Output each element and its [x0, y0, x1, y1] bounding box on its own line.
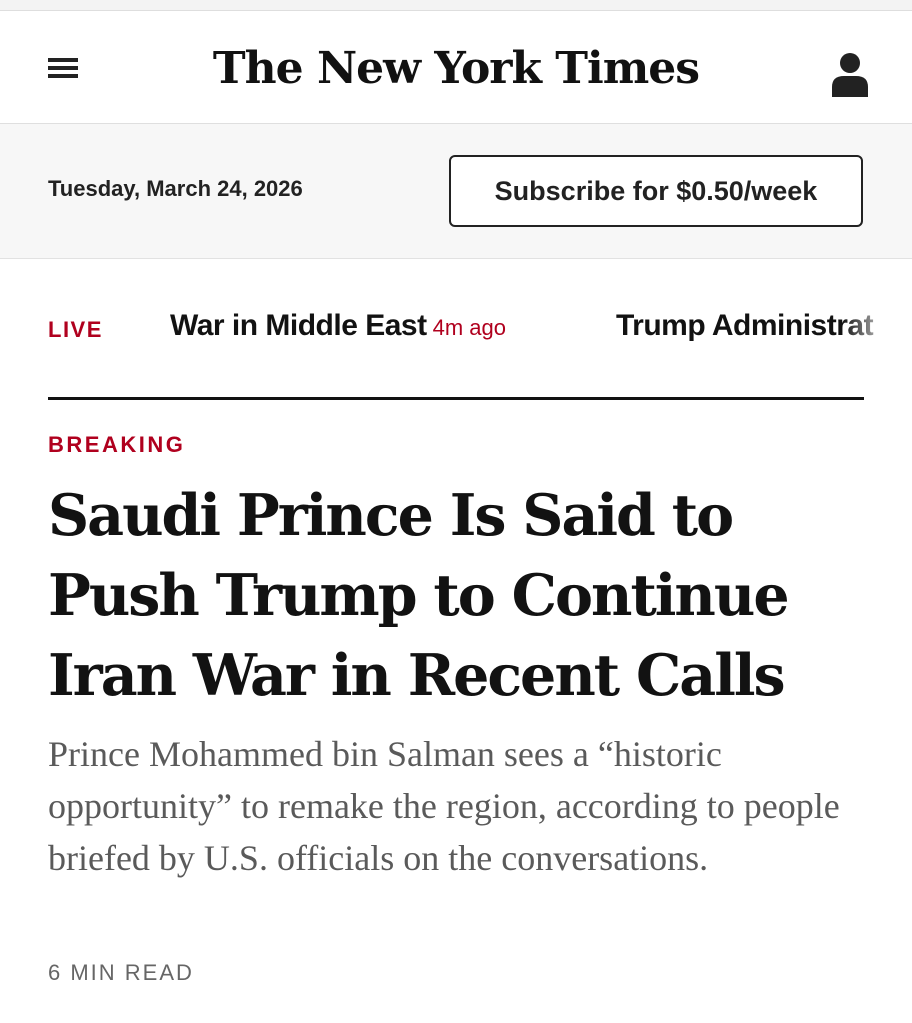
read-time: 6 MIN READ — [48, 960, 194, 985]
ticker-item-title: War in Middle East — [170, 309, 427, 342]
top-strip — [0, 0, 912, 11]
article-headline[interactable]: Saudi Prince Is Said to Push Trump to Co… — [48, 476, 878, 716]
site-header: The New York Times — [0, 11, 912, 124]
live-label: LIVE — [48, 317, 103, 342]
page: The New York Times Tuesday, March 24, 20… — [0, 0, 912, 1023]
article-summary: Prince Mohammed bin Salman sees a “histo… — [48, 734, 840, 878]
ticker-item-middle-east[interactable]: War in Middle East 4m ago — [170, 309, 506, 343]
breaking-kicker: BREAKING — [48, 432, 186, 457]
ticker-item-trump-administration[interactable]: Trump Administrat — [616, 309, 874, 343]
live-ticker: LIVE War in Middle East 4m ago Trump Admi… — [0, 259, 912, 399]
section-divider — [48, 397, 864, 400]
hamburger-menu-icon[interactable] — [46, 55, 80, 81]
subscribe-button[interactable]: Subscribe for $0.50/week — [449, 155, 863, 227]
ticker-item-time: 4m ago — [432, 315, 506, 340]
masthead-logo[interactable]: The New York Times — [200, 33, 712, 105]
ticker-item-title: Trump Administrat — [616, 309, 874, 342]
date-bar: Tuesday, March 24, 2026 Subscribe for $0… — [0, 124, 912, 259]
user-account-icon[interactable] — [830, 51, 870, 97]
current-date: Tuesday, March 24, 2026 — [48, 176, 303, 201]
